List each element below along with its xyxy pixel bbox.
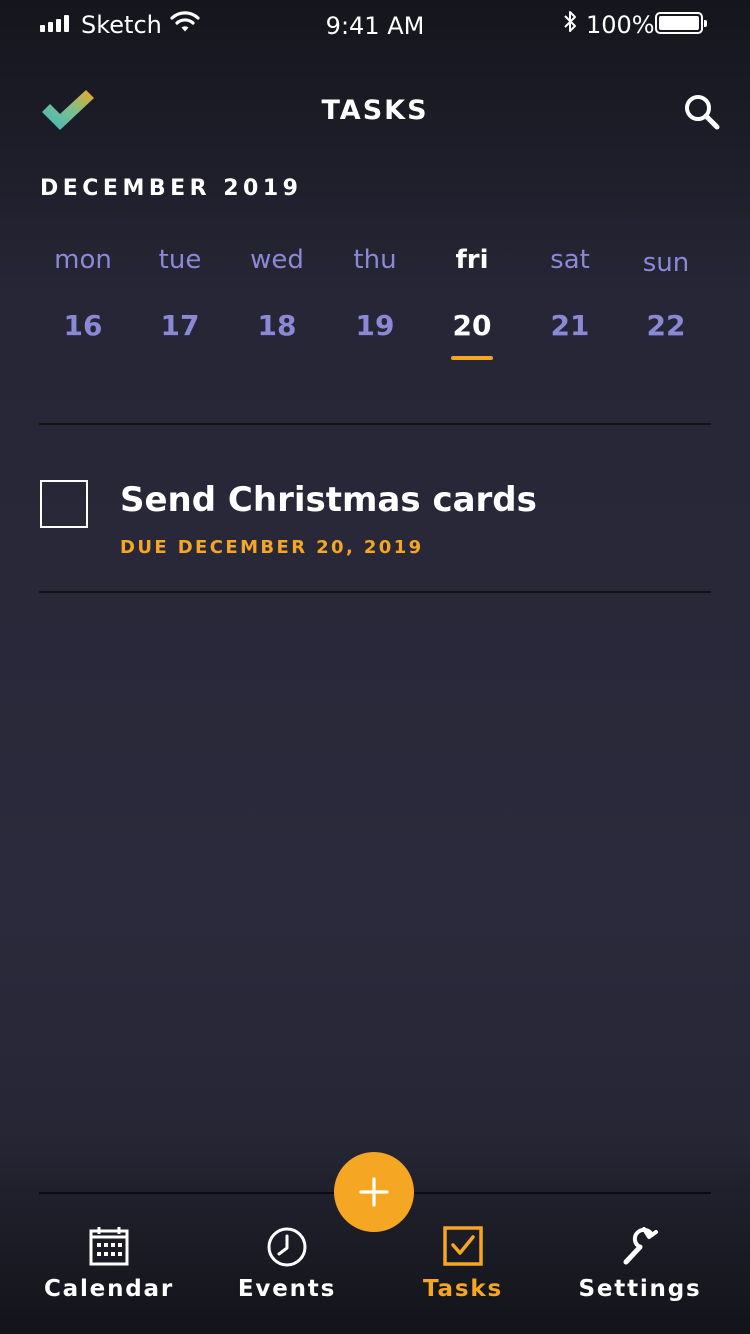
clock-icon [267,1227,307,1267]
day-date: 17 [160,309,200,342]
tab-calendar[interactable]: Calendar [29,1222,189,1312]
tab-events[interactable]: Events [207,1222,367,1312]
bluetooth-icon [564,11,576,32]
tab-label: Settings [578,1276,702,1302]
day-name: tue [158,245,202,275]
wrench-icon [623,1227,658,1265]
day-date: 19 [355,309,395,342]
divider [39,591,711,593]
tab-tasks[interactable]: Tasks [383,1222,543,1312]
tab-settings[interactable]: Settings [560,1222,720,1312]
tab-label: Tasks [423,1276,503,1302]
day-date: 22 [646,309,686,342]
tab-label: Calendar [44,1276,174,1302]
calendar-icon [89,1227,129,1266]
selected-day-indicator [451,356,493,360]
day-tue[interactable]: tue 17 [135,240,225,360]
day-name: wed [250,245,304,275]
task-title[interactable]: Send Christmas cards [120,480,537,520]
day-date: 16 [63,309,103,342]
battery-percent: 100% [586,11,655,39]
day-wed[interactable]: wed 18 [232,240,322,360]
day-name: fri [455,245,489,275]
day-name: mon [54,245,112,275]
status-bar: Sketch 9:41 AM 100% [0,0,750,50]
day-name: thu [353,245,397,275]
day-name: sat [550,245,590,275]
day-mon[interactable]: mon 16 [38,240,128,360]
search-icon[interactable] [682,92,722,132]
divider [39,423,711,425]
plus-icon [359,1177,389,1207]
day-sat[interactable]: sat 21 [525,240,615,360]
battery-icon [655,12,707,34]
day-name: sun [642,248,690,278]
day-date: 21 [550,309,590,342]
tab-label: Events [237,1276,337,1302]
checkbox-icon [443,1226,483,1266]
task-checkbox[interactable] [40,480,88,528]
day-date: 20 [452,309,492,342]
tasks-screen: Sketch 9:41 AM 100% TASKS DECEMBER 2019 [0,0,750,1334]
page-title: TASKS [321,95,429,126]
month-label: DECEMBER 2019 [40,176,303,201]
day-date: 18 [257,309,297,342]
day-fri[interactable]: fri 20 [427,240,517,360]
day-sun[interactable]: sun 22 [621,240,711,360]
add-task-button[interactable] [334,1152,414,1232]
day-thu[interactable]: thu 19 [330,240,420,360]
task-due-date: DUE DECEMBER 20, 2019 [120,537,424,558]
